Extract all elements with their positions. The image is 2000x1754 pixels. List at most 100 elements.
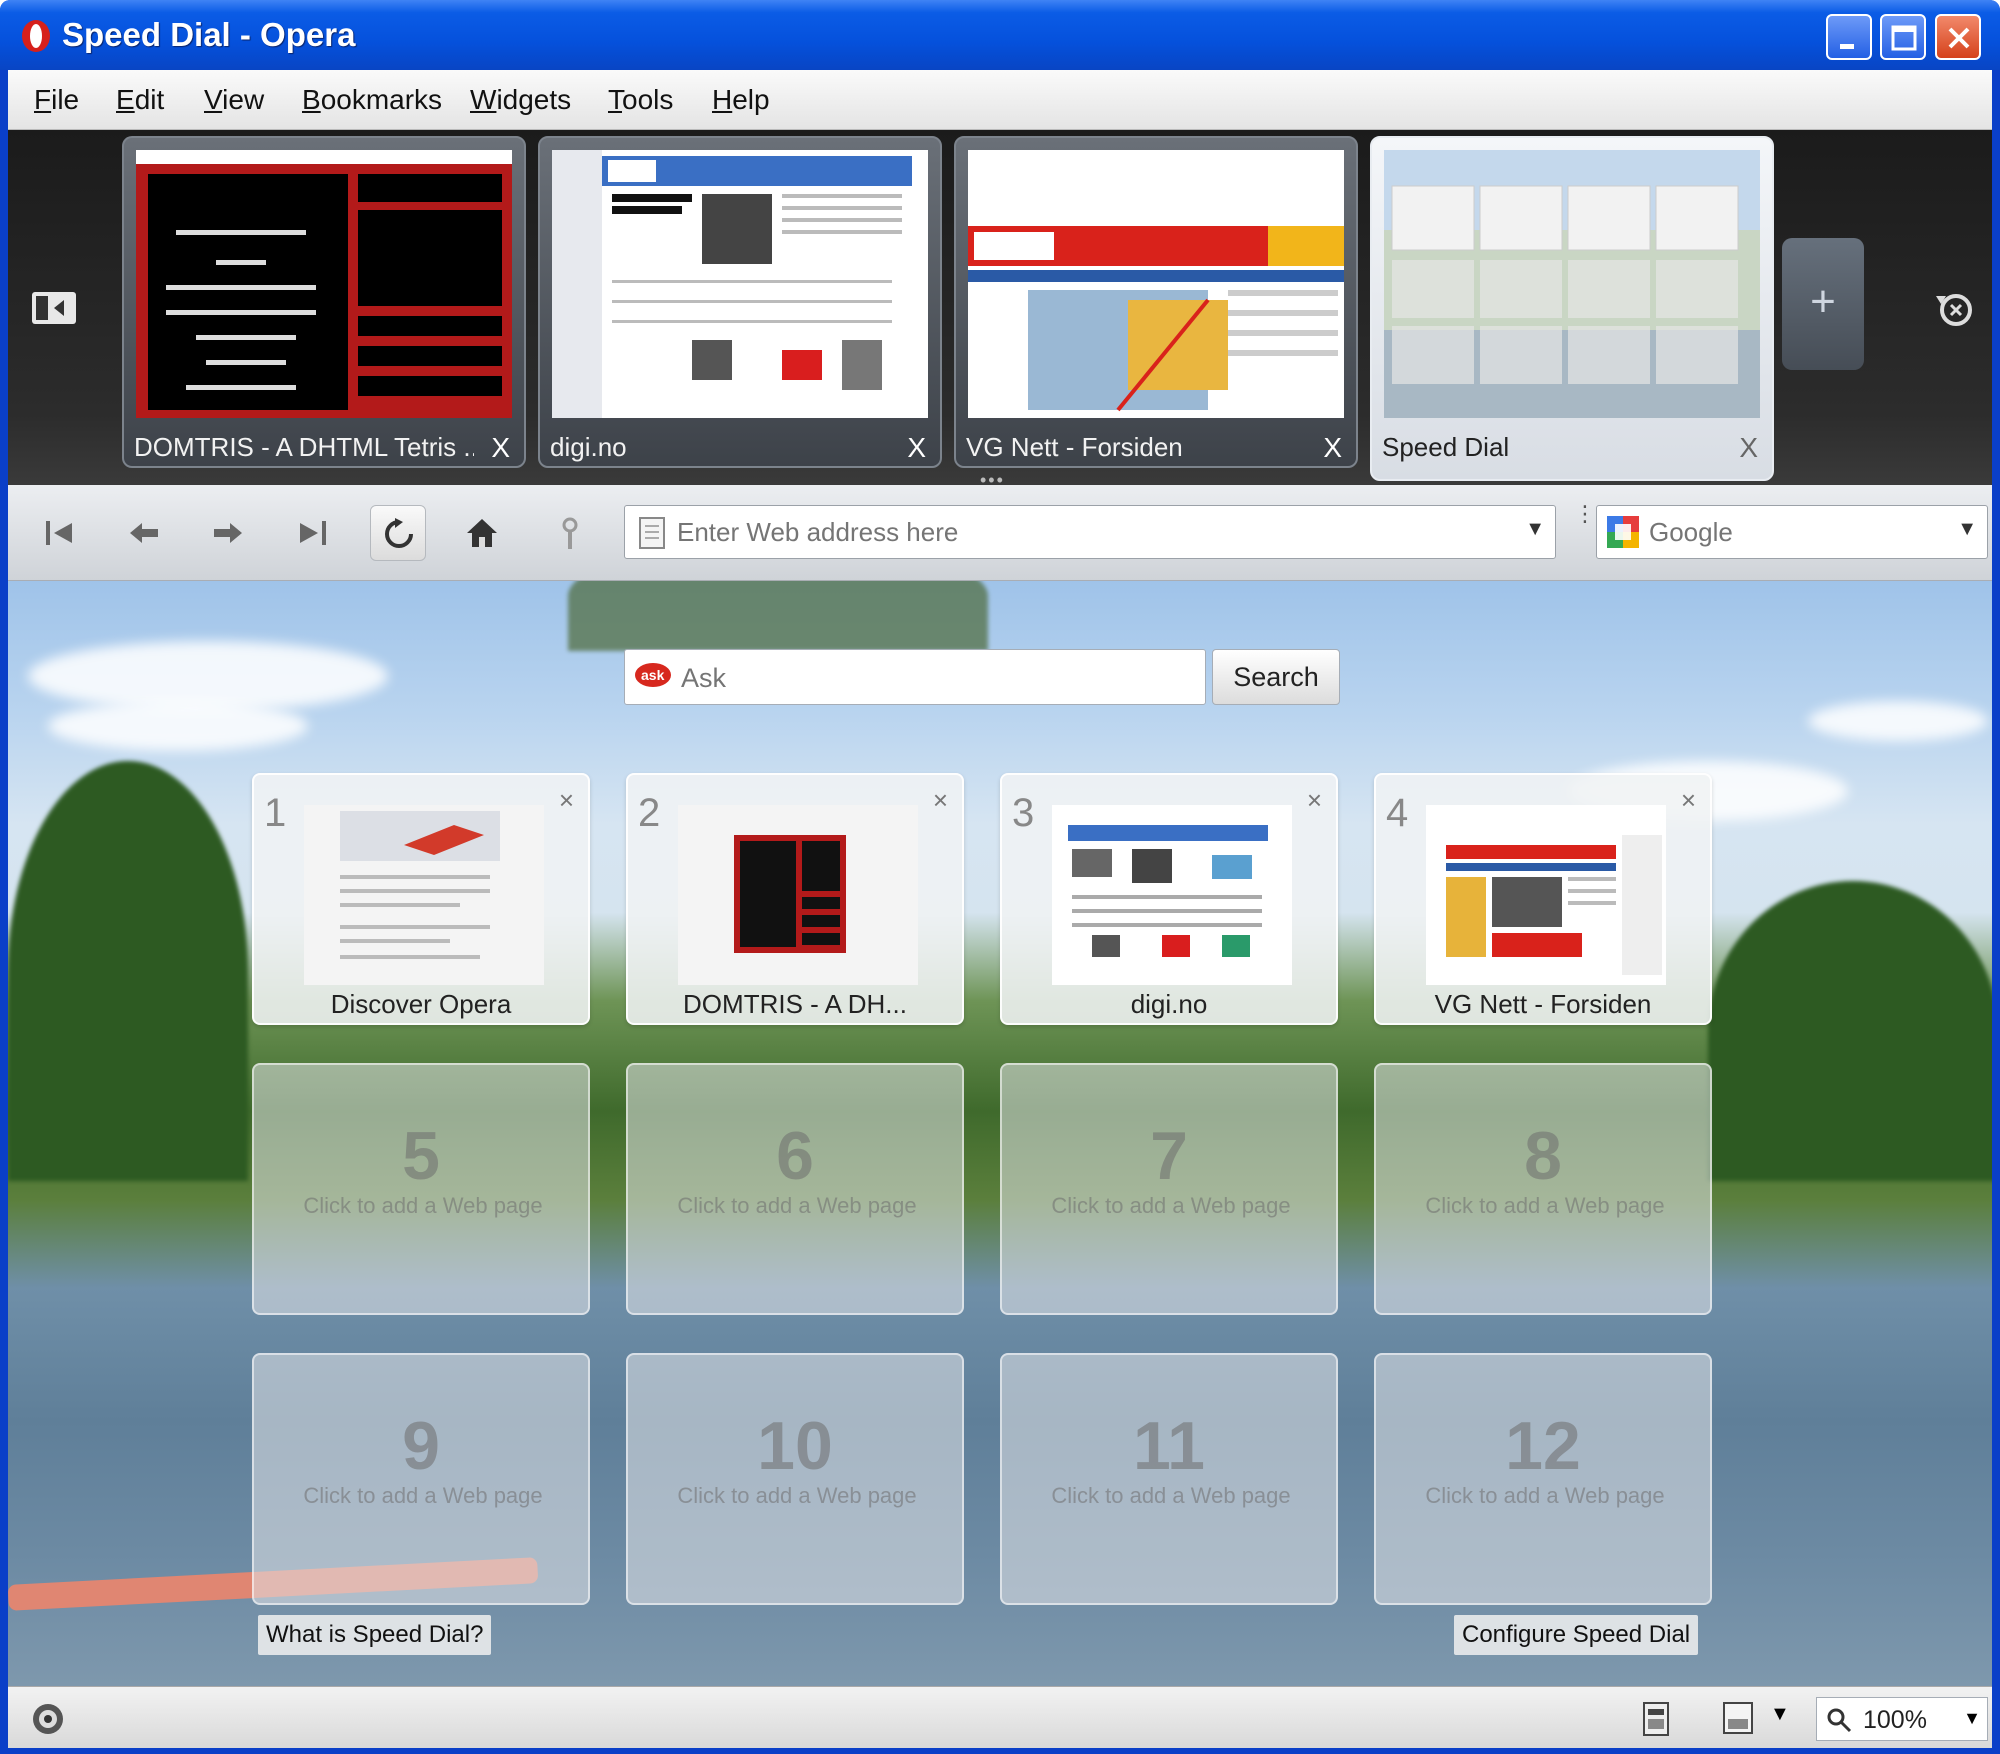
dial-label: DOMTRIS - A DH... xyxy=(683,989,907,1019)
address-input[interactable] xyxy=(677,514,1477,550)
menu-bookmarks[interactable]: Bookmarks xyxy=(302,84,442,116)
menu-view[interactable]: View xyxy=(204,84,264,116)
maximize-button[interactable] xyxy=(1880,14,1926,60)
tab-close-button[interactable]: X xyxy=(491,432,510,464)
dial-close-button[interactable]: × xyxy=(1681,785,1696,816)
home-icon xyxy=(467,519,497,547)
web-search-input[interactable] xyxy=(1649,514,1929,550)
close-window-button[interactable] xyxy=(1935,14,1981,60)
speed-dial-1[interactable]: 1 × Discover Opera xyxy=(252,773,590,1025)
wand-button[interactable] xyxy=(542,505,598,561)
speed-dial-thumbnail-image xyxy=(1384,150,1760,418)
home-button[interactable] xyxy=(454,505,510,561)
dial-add-text: Click to add a Web page xyxy=(677,1483,917,1508)
ask-search-button[interactable]: Search xyxy=(1212,649,1340,705)
dial-thumbnail xyxy=(1052,805,1292,985)
menu-widgets[interactable]: Widgets xyxy=(470,84,571,116)
speed-dial-4[interactable]: 4 × VG Nett - Forsiden xyxy=(1374,773,1712,1025)
back-button[interactable] xyxy=(116,505,172,561)
tab-vg[interactable]: VG Nett - Forsiden X xyxy=(954,136,1358,468)
dial-close-button[interactable]: × xyxy=(1307,785,1322,816)
new-tab-button[interactable]: + xyxy=(1782,238,1864,370)
speed-dial-12[interactable]: 12 Click to add a Web page xyxy=(1374,1353,1712,1605)
images-icon[interactable] xyxy=(1720,1699,1756,1737)
dial-add-text: Click to add a Web page xyxy=(1425,1483,1665,1508)
tab-title: digi.no xyxy=(550,432,627,462)
ask-search-box[interactable]: ask xyxy=(624,649,1206,705)
title-bar: Speed Dial - Opera xyxy=(0,0,2000,70)
speed-dial-11[interactable]: 11 Click to add a Web page xyxy=(1000,1353,1338,1605)
zoom-dropdown-icon[interactable]: ▼ xyxy=(1963,1708,1981,1729)
menu-help[interactable]: Help xyxy=(712,84,770,116)
wand-icon xyxy=(562,517,578,549)
panel-toggle-icon[interactable] xyxy=(30,288,78,328)
back-icon xyxy=(130,523,158,543)
opera-unite-status-icon[interactable] xyxy=(30,1701,66,1737)
dial-number: 6 xyxy=(776,1118,814,1194)
menu-file[interactable]: File xyxy=(34,84,79,116)
speed-dial-3[interactable]: 3 × digi.no xyxy=(1000,773,1338,1025)
configure-speed-dial-link[interactable]: Configure Speed Dial xyxy=(1454,1615,1699,1655)
tab-close-button[interactable]: X xyxy=(907,432,926,464)
tab-bar: DOMTRIS - A DHTML Tetris ... X digi.no X… xyxy=(8,130,1992,490)
speed-dial-7[interactable]: 7 Click to add a Web page xyxy=(1000,1063,1338,1315)
reload-icon xyxy=(385,518,413,548)
closed-tabs-trash-icon[interactable] xyxy=(1932,286,1976,330)
search-field-resize-grip[interactable]: ⋮ xyxy=(1574,503,1596,525)
speed-dial-9[interactable]: 9 Click to add a Web page xyxy=(252,1353,590,1605)
dial-add-text: Click to add a Web page xyxy=(303,1483,543,1508)
dial-close-button[interactable]: × xyxy=(559,785,574,816)
speed-dial-6[interactable]: 6 Click to add a Web page xyxy=(626,1063,964,1315)
domtris-dial-thumbnail-image xyxy=(734,835,846,953)
background-branches xyxy=(568,581,988,651)
rewind-button[interactable] xyxy=(32,505,88,561)
background-tree xyxy=(8,761,248,1181)
tab-thumbnail-speed-dial xyxy=(1384,150,1760,418)
minimize-button[interactable] xyxy=(1826,14,1872,60)
panels-icon[interactable] xyxy=(1638,1699,1674,1739)
zoom-control[interactable]: 100% ▼ xyxy=(1816,1697,1988,1741)
fast-forward-button[interactable] xyxy=(286,505,342,561)
tab-domtris[interactable]: DOMTRIS - A DHTML Tetris ... X xyxy=(122,136,526,468)
address-bar[interactable]: ▼ xyxy=(624,505,1556,559)
forward-button[interactable] xyxy=(200,505,256,561)
speed-dial-5[interactable]: 5 Click to add a Web page xyxy=(252,1063,590,1315)
search-engine-dropdown-icon[interactable]: ▼ xyxy=(1957,518,1977,541)
speed-dial-2[interactable]: 2 × DOMTRIS - A DH... xyxy=(626,773,964,1025)
dial-number: 3 xyxy=(1012,791,1035,835)
background-cloud xyxy=(28,641,388,711)
browser-window: Speed Dial - Opera File Edit View Bookma… xyxy=(0,0,2000,1754)
dial-add-text: Click to add a Web page xyxy=(677,1193,917,1218)
vg-thumbnail-image xyxy=(968,226,1344,412)
dial-label: Discover Opera xyxy=(330,989,512,1019)
fast-forward-icon xyxy=(300,521,326,545)
dial-number: 1 xyxy=(264,791,287,835)
tab-digi[interactable]: digi.no X xyxy=(538,136,942,468)
google-icon[interactable] xyxy=(1605,514,1641,550)
ask-search-input[interactable] xyxy=(681,660,1181,696)
speed-dial-8[interactable]: 8 Click to add a Web page xyxy=(1374,1063,1712,1315)
speed-dial-10[interactable]: 10 Click to add a Web page xyxy=(626,1353,964,1605)
digi-thumbnail-image xyxy=(552,150,912,418)
reload-button[interactable] xyxy=(370,505,426,561)
dial-add-text: Click to add a Web page xyxy=(1425,1193,1665,1218)
menu-edit[interactable]: Edit xyxy=(116,84,164,116)
tab-close-button[interactable]: X xyxy=(1323,432,1342,464)
dial-close-button[interactable]: × xyxy=(933,785,948,816)
web-search-box[interactable]: ▼ xyxy=(1596,505,1988,559)
tab-close-button[interactable]: X xyxy=(1739,432,1758,464)
what-is-speed-dial-link[interactable]: What is Speed Dial? xyxy=(258,1615,492,1655)
minimize-icon xyxy=(1840,44,1854,49)
tab-title: VG Nett - Forsiden xyxy=(966,432,1183,462)
dial-thumbnail xyxy=(678,805,918,985)
rewind-icon xyxy=(46,521,72,545)
maximize-icon xyxy=(1891,25,1917,51)
menu-bar: File Edit View Bookmarks Widgets Tools H… xyxy=(8,70,1992,130)
address-dropdown-icon[interactable]: ▼ xyxy=(1525,518,1545,541)
tab-speed-dial[interactable]: Speed Dial X xyxy=(1370,136,1774,481)
dial-thumbnail xyxy=(304,805,544,985)
domtris-thumbnail-image xyxy=(136,150,512,410)
menu-tools[interactable]: Tools xyxy=(608,84,673,116)
dial-number: 8 xyxy=(1524,1118,1562,1194)
images-dropdown-icon[interactable]: ▼ xyxy=(1770,1703,1790,1726)
